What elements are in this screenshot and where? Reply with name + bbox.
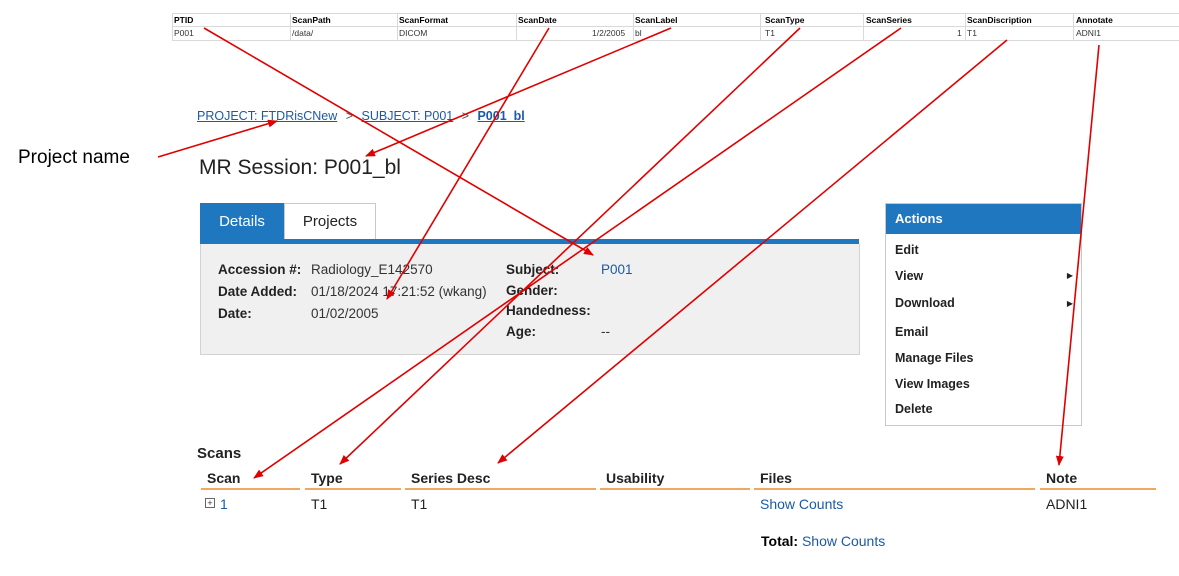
column-underline bbox=[1040, 488, 1156, 490]
date-label: Date: bbox=[218, 306, 252, 321]
sheet-value-scandate: 1/2/2005 bbox=[592, 28, 626, 38]
date-added-label: Date Added: bbox=[218, 284, 298, 299]
breadcrumb-project-link[interactable]: PROJECT: FTDRisCNew bbox=[197, 109, 337, 123]
gender-label: Gender: bbox=[506, 283, 558, 298]
total-label: Total: bbox=[761, 533, 799, 549]
date-value: 01/02/2005 bbox=[311, 306, 379, 321]
project-name-annotation: Project name bbox=[18, 147, 130, 168]
action-delete[interactable]: Delete bbox=[895, 402, 933, 416]
sheet-value-scantype: T1 bbox=[765, 28, 775, 38]
handedness-label: Handedness: bbox=[506, 303, 591, 318]
breadcrumb-subject-link[interactable]: SUBJECT: P001 bbox=[362, 109, 454, 123]
scans-heading: Scans bbox=[197, 445, 242, 462]
sheet-value-scanformat: DICOM bbox=[399, 28, 428, 38]
grid-line bbox=[633, 13, 634, 40]
scans-col-type[interactable]: Type bbox=[311, 470, 343, 486]
grid-line bbox=[290, 13, 291, 40]
scans-col-note[interactable]: Note bbox=[1046, 470, 1077, 486]
spreadsheet-strip: PTID ScanPath ScanFormat ScanDate ScanLa… bbox=[172, 13, 1179, 41]
total-show-counts-link[interactable]: Show Counts bbox=[802, 533, 885, 549]
tab-projects[interactable]: Projects bbox=[284, 203, 376, 239]
action-view[interactable]: View bbox=[895, 269, 923, 283]
subject-label: Subject: bbox=[506, 262, 560, 277]
column-underline bbox=[600, 488, 750, 490]
action-edit[interactable]: Edit bbox=[895, 243, 919, 257]
submenu-arrow-icon: ▶ bbox=[1066, 271, 1073, 280]
submenu-arrow-icon: ▶ bbox=[1066, 299, 1073, 308]
expand-plus-icon[interactable]: + bbox=[205, 498, 215, 508]
sheet-header-scanpath: ScanPath bbox=[292, 15, 331, 25]
sheet-header-scantype: ScanType bbox=[765, 15, 805, 25]
actions-menu: Actions Edit View ▶ Download ▶ Email Man… bbox=[885, 203, 1082, 426]
show-counts-link[interactable]: Show Counts bbox=[760, 496, 843, 512]
column-underline bbox=[405, 488, 596, 490]
sheet-header-scandiscription: ScanDiscription bbox=[967, 15, 1032, 25]
sheet-value-scanseries: 1 bbox=[957, 28, 962, 38]
accession-value: Radiology_E142570 bbox=[311, 262, 433, 277]
grid-line bbox=[760, 13, 761, 40]
scans-col-scan[interactable]: Scan bbox=[207, 470, 240, 486]
sheet-header-scanseries: ScanSeries bbox=[866, 15, 912, 25]
column-underline bbox=[754, 488, 1035, 490]
arrow-project-name bbox=[157, 119, 278, 158]
grid-line bbox=[516, 13, 517, 40]
breadcrumb-separator: > bbox=[461, 109, 469, 123]
scans-col-series-desc[interactable]: Series Desc bbox=[411, 470, 490, 486]
action-view-images[interactable]: View Images bbox=[895, 377, 970, 391]
arrow-scanlabel bbox=[365, 27, 672, 157]
breadcrumb: PROJECT: FTDRisCNew > SUBJECT: P001 > P0… bbox=[197, 107, 525, 125]
actions-header: Actions bbox=[886, 204, 1081, 234]
scan-id-link[interactable]: 1 bbox=[220, 496, 228, 512]
date-added-value: 01/18/2024 17:21:52 (wkang) bbox=[311, 284, 487, 299]
sheet-value-scanlabel: bl bbox=[635, 28, 642, 38]
sheet-value-annotate: ADNI1 bbox=[1076, 28, 1102, 38]
grid-line bbox=[172, 40, 1179, 41]
age-label: Age: bbox=[506, 324, 536, 339]
column-underline bbox=[305, 488, 401, 490]
tab-details[interactable]: Details bbox=[200, 203, 284, 240]
action-manage-files[interactable]: Manage Files bbox=[895, 351, 974, 365]
sheet-header-scanlabel: ScanLabel bbox=[635, 15, 678, 25]
page-title: MR Session: P001_bl bbox=[199, 156, 401, 179]
grid-line bbox=[965, 13, 966, 40]
breadcrumb-session-link[interactable]: P001_bl bbox=[477, 109, 524, 123]
subject-link[interactable]: P001 bbox=[601, 262, 633, 277]
sheet-header-scandate: ScanDate bbox=[518, 15, 557, 25]
total-row: Total: Show Counts bbox=[761, 533, 885, 549]
sheet-header-scanformat: ScanFormat bbox=[399, 15, 449, 25]
sheet-header-annotate: Annotate bbox=[1076, 15, 1113, 25]
column-underline bbox=[201, 488, 300, 490]
grid-line bbox=[397, 13, 398, 40]
sheet-value-ptid: P001 bbox=[174, 28, 194, 38]
breadcrumb-separator: > bbox=[345, 109, 354, 123]
grid-line bbox=[863, 13, 864, 40]
grid-line bbox=[1073, 13, 1074, 40]
scans-col-files[interactable]: Files bbox=[760, 470, 792, 486]
sheet-value-scandiscription: T1 bbox=[967, 28, 977, 38]
action-email[interactable]: Email bbox=[895, 325, 928, 339]
sheet-header-ptid: PTID bbox=[174, 15, 194, 25]
scan-note: ADNI1 bbox=[1046, 496, 1088, 512]
scan-type: T1 bbox=[311, 496, 328, 512]
action-download[interactable]: Download bbox=[895, 296, 955, 310]
grid-line bbox=[172, 13, 173, 40]
age-value: -- bbox=[601, 324, 610, 339]
scan-series-desc: T1 bbox=[411, 496, 428, 512]
accession-label: Accession #: bbox=[218, 262, 302, 277]
sheet-value-scanpath: /data/ bbox=[292, 28, 314, 38]
scans-col-usability[interactable]: Usability bbox=[606, 470, 664, 486]
